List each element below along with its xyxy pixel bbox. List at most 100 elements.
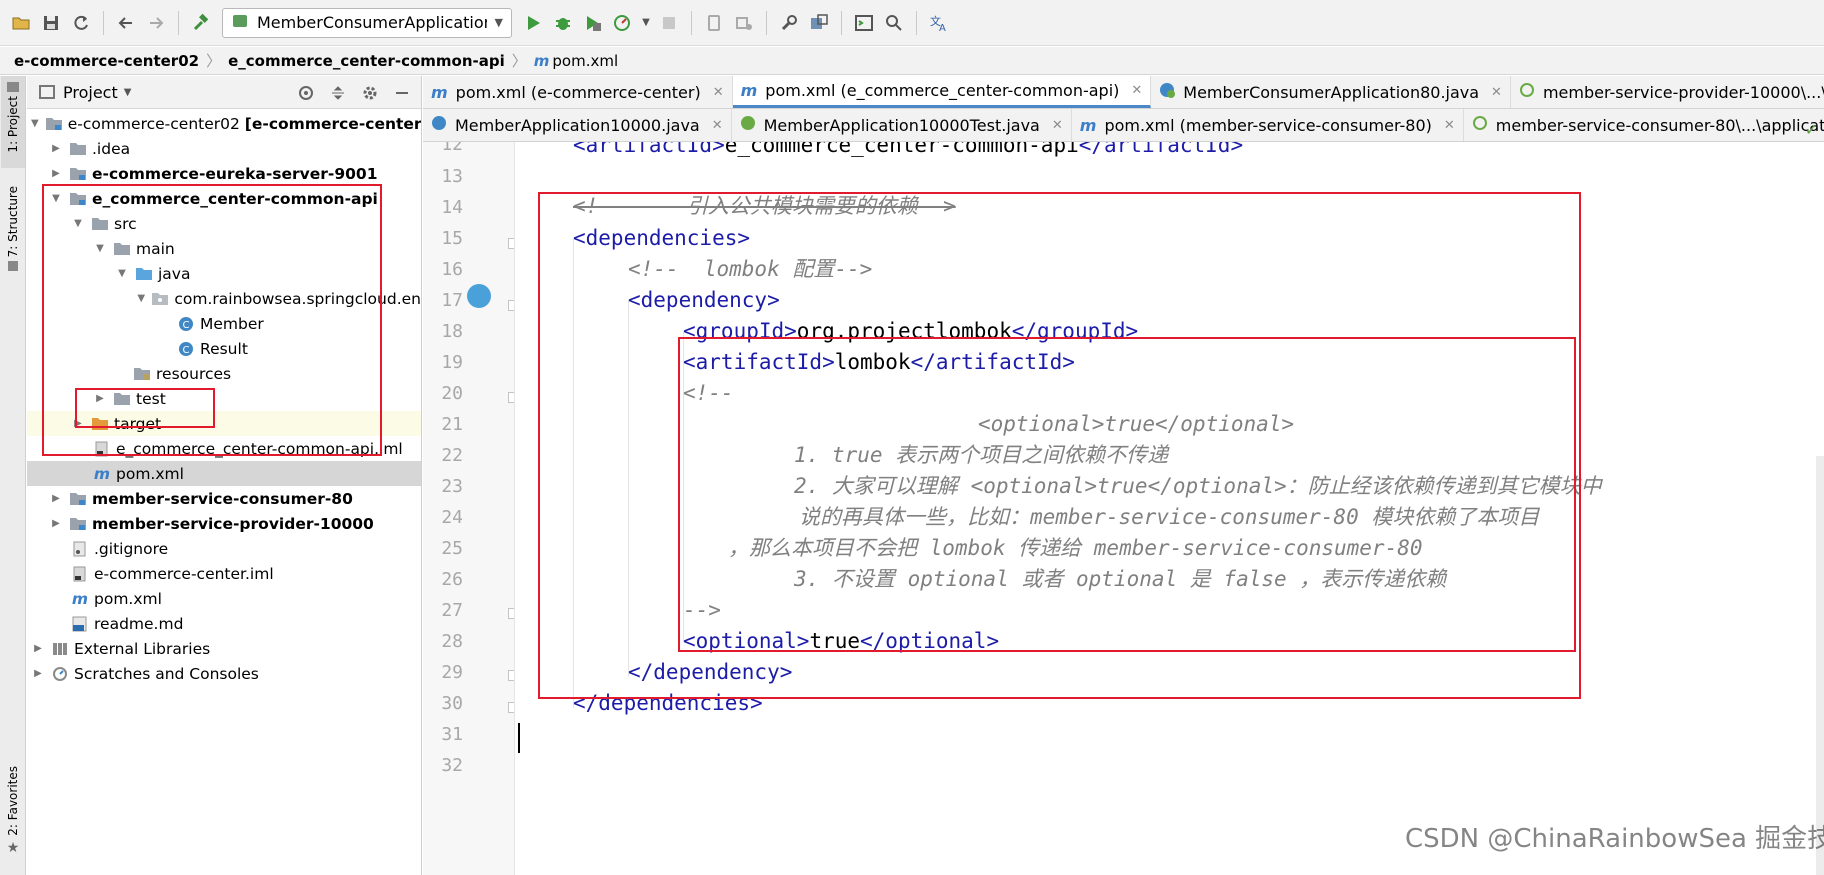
chevron-right-icon[interactable]: ▶	[31, 668, 45, 679]
forward-icon[interactable]	[143, 10, 169, 36]
project-structure-icon[interactable]	[806, 10, 832, 36]
tree-node-consumer-80[interactable]: ▶ member-service-consumer-80	[27, 486, 421, 511]
fold-marker-icon[interactable]	[508, 300, 514, 311]
fold-marker-icon[interactable]	[508, 238, 514, 249]
tab-provider-application-yml[interactable]: member-service-provider-10000\...\applic…	[1511, 76, 1824, 108]
fold-marker-icon[interactable]	[508, 702, 514, 713]
coverage-icon[interactable]	[580, 10, 606, 36]
code-editor[interactable]: <artifactId>e_commerce_center-common-api…	[516, 142, 1824, 875]
tree-node-member-class[interactable]: C Member	[27, 311, 421, 336]
tree-node-project-root[interactable]: ▼ e-commerce-center02 [e-commerce-center…	[27, 111, 421, 136]
chevron-down-icon[interactable]: ▼	[71, 218, 85, 229]
chevron-down-icon[interactable]: ▼	[124, 87, 132, 98]
line-number: 28	[441, 631, 463, 652]
settings-wrench-icon[interactable]	[776, 10, 802, 36]
tool-window-tab-project[interactable]: 1: Project	[1, 76, 25, 168]
tree-node-scratches[interactable]: ▶ Scratches and Consoles	[27, 661, 421, 686]
close-icon[interactable]: ✕	[1131, 83, 1142, 98]
profile-icon[interactable]	[610, 10, 636, 36]
maven-file-icon: m	[533, 51, 550, 70]
minimize-icon[interactable]	[391, 82, 413, 104]
chevron-right-icon[interactable]: ▶	[49, 168, 63, 179]
close-icon[interactable]: ✕	[1444, 118, 1455, 133]
tree-node-package[interactable]: ▼ com.rainbowsea.springcloud.en	[27, 286, 421, 311]
tree-node-test[interactable]: ▶ test	[27, 386, 421, 411]
run-gutter-icon[interactable]	[467, 284, 491, 308]
tree-node-external-libraries[interactable]: ▶ External Libraries	[27, 636, 421, 661]
tab-pom-consumer[interactable]: m pom.xml (member-service-consumer-80) ✕	[1072, 109, 1464, 141]
tool-window-tab-structure[interactable]: 7: Structure	[1, 186, 25, 296]
collapse-all-icon[interactable]	[327, 82, 349, 104]
tree-node-resources[interactable]: resources	[27, 361, 421, 386]
chevron-right-icon[interactable]: ▶	[49, 493, 63, 504]
chevron-down-icon[interactable]: ▼	[640, 10, 652, 36]
tab-consumer-application[interactable]: MemberConsumerApplication80.java ✕	[1151, 76, 1511, 108]
chevron-down-icon[interactable]: ▼	[93, 243, 107, 254]
tree-node-java[interactable]: ▼ java	[27, 261, 421, 286]
chevron-down-icon[interactable]: ▼	[31, 118, 39, 129]
chevron-right-icon[interactable]: ▶	[49, 143, 63, 154]
chevron-right-icon[interactable]: ▶	[71, 418, 85, 429]
tree-node-target[interactable]: ▶ target	[27, 411, 421, 436]
tree-node-src[interactable]: ▼ src	[27, 211, 421, 236]
editor-scrollbar[interactable]	[1816, 456, 1824, 875]
tree-node-main[interactable]: ▼ main	[27, 236, 421, 261]
gear-icon[interactable]	[359, 82, 381, 104]
back-icon[interactable]	[113, 10, 139, 36]
chevron-right-icon[interactable]: ▶	[93, 393, 107, 404]
tree-node-module-iml[interactable]: e_commerce_center-common-api.iml	[27, 436, 421, 461]
project-panel-title[interactable]: Project	[63, 83, 118, 102]
iml-file-icon	[93, 441, 111, 457]
sync-icon[interactable]	[68, 10, 94, 36]
tab-member-application[interactable]: MemberApplication10000.java ✕	[423, 109, 732, 141]
chevron-right-icon[interactable]: ▶	[31, 643, 45, 654]
tree-node-idea[interactable]: ▶ .idea	[27, 136, 421, 161]
close-icon[interactable]: ✕	[712, 118, 723, 133]
tree-node-eureka-server[interactable]: ▶ e-commerce-eureka-server-9001	[27, 161, 421, 186]
tree-label: src	[114, 214, 137, 233]
terminal-icon[interactable]	[851, 10, 877, 36]
chevron-down-icon[interactable]: ▼	[137, 293, 145, 304]
chevron-down-icon[interactable]: ▼	[115, 268, 129, 279]
fold-marker-icon[interactable]	[508, 608, 514, 619]
tree-node-result-class[interactable]: C Result	[27, 336, 421, 361]
run-icon[interactable]	[520, 10, 546, 36]
breadcrumb-item-file[interactable]: pom.xml	[552, 52, 618, 70]
tree-node-root-iml[interactable]: e-commerce-center.iml	[27, 561, 421, 586]
chevron-down-icon[interactable]: ▼	[49, 193, 63, 204]
breadcrumb-item-module[interactable]: e_commerce_center-common-api	[228, 52, 505, 70]
search-icon[interactable]	[881, 10, 907, 36]
locate-file-icon[interactable]	[295, 82, 317, 104]
tree-node-root-pom[interactable]: m pom.xml	[27, 586, 421, 611]
folder-icon	[91, 216, 109, 232]
close-icon[interactable]: ✕	[1052, 118, 1063, 133]
tab-pom-common-api[interactable]: m pom.xml (e_commerce_center-common-api) ✕	[732, 76, 1152, 108]
open-folder-icon[interactable]	[8, 10, 34, 36]
stop-icon[interactable]	[656, 10, 682, 36]
tree-node-provider-10000[interactable]: ▶ member-service-provider-10000	[27, 511, 421, 536]
tree-node-module-pom[interactable]: m pom.xml	[27, 461, 421, 486]
breadcrumb-item-root[interactable]: e-commerce-center02	[14, 52, 199, 70]
device-icon[interactable]	[701, 10, 727, 36]
tree-node-gitignore[interactable]: .gitignore	[27, 536, 421, 561]
run-configuration-select[interactable]: MemberConsumerApplication80 ▼	[222, 7, 512, 38]
tree-label: resources	[156, 364, 232, 383]
tab-member-application-test[interactable]: MemberApplication10000Test.java ✕	[732, 109, 1072, 141]
save-icon[interactable]	[38, 10, 64, 36]
close-icon[interactable]: ✕	[713, 85, 724, 100]
watermark: CSDN @ChinaRainbowSea 掘金技术社区 @ RainbowSe…	[1405, 824, 1824, 854]
build-hammer-icon[interactable]	[188, 10, 214, 36]
close-icon[interactable]: ✕	[1491, 85, 1502, 100]
tree-node-readme[interactable]: readme.md	[27, 611, 421, 636]
tree-node-common-api[interactable]: ▼ e_commerce_center-common-api	[27, 186, 421, 211]
fold-marker-icon[interactable]	[508, 392, 514, 403]
debug-icon[interactable]	[550, 10, 576, 36]
tree-label: Result	[200, 339, 248, 358]
tab-consumer-application-yml[interactable]: member-service-consumer-80\...\applicati…	[1464, 109, 1824, 141]
tab-pom-parent[interactable]: m pom.xml (e-commerce-center) ✕	[423, 76, 733, 108]
chevron-right-icon[interactable]: ▶	[49, 518, 63, 529]
fold-marker-icon[interactable]	[508, 670, 514, 681]
tool-window-tab-favorites[interactable]: 2: Favorites ★	[1, 766, 25, 866]
attach-icon[interactable]	[731, 10, 757, 36]
translate-icon[interactable]: 文A	[926, 10, 952, 36]
